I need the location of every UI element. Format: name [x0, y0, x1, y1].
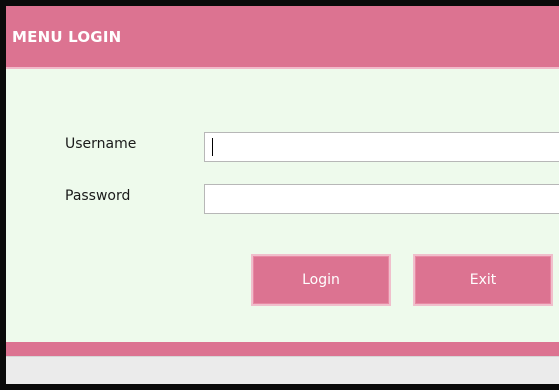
exit-button[interactable]: Exit: [413, 254, 553, 306]
login-window: MENU LOGIN Username Password Login Exit: [0, 0, 559, 390]
title-bar: MENU LOGIN: [6, 6, 559, 69]
password-label: Password: [65, 188, 131, 204]
status-bar: [6, 356, 559, 384]
login-button[interactable]: Login: [251, 254, 391, 306]
footer-accent-strip: [6, 342, 559, 356]
window-title: MENU LOGIN: [12, 28, 122, 46]
login-form: Username Password Login Exit: [6, 69, 559, 342]
username-input[interactable]: [204, 132, 559, 162]
text-caret: [212, 138, 213, 156]
username-label: Username: [65, 136, 137, 152]
password-input[interactable]: [204, 184, 559, 214]
